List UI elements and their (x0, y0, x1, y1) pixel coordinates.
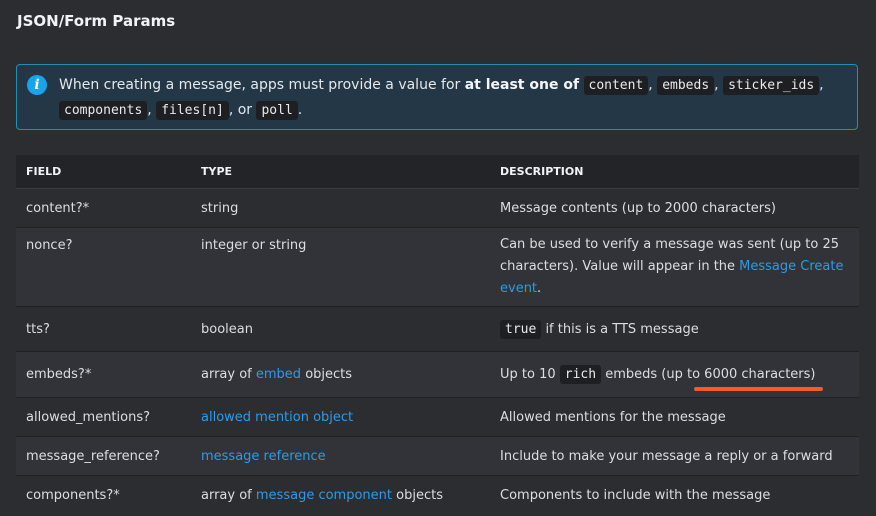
type-text: objects (301, 367, 353, 382)
params-table: FIELD TYPE DESCRIPTION content?* string … (16, 155, 859, 516)
table-row: allowed_mentions? allowed mention object… (16, 397, 859, 437)
info-icon: i (27, 75, 47, 95)
sep: , (147, 102, 157, 118)
highlight-underline: 6000 characters) (694, 367, 824, 391)
code-true: true (500, 319, 542, 339)
description-cell: true if this is a TTS message (490, 306, 859, 352)
description-text: embeds (up to (601, 367, 705, 382)
type-cell: array of embed objects (191, 351, 490, 398)
code-content: content (583, 76, 649, 95)
callout-text: When creating a message, apps must provi… (59, 73, 849, 123)
code-poll: poll (256, 101, 298, 120)
table-row: message_reference? message reference Inc… (16, 436, 859, 476)
field-cell: allowed_mentions? (16, 397, 191, 437)
code-sticker-ids: sticker_ids (723, 76, 820, 95)
type-cell: string (191, 188, 490, 228)
callout-text-before: When creating a message, apps must provi… (59, 77, 465, 93)
description-cell: Include to make your message a reply or … (490, 436, 859, 476)
code-embeds: embeds (657, 76, 715, 95)
field-cell: embeds?* (16, 351, 191, 398)
period: . (297, 102, 303, 118)
table-header-row: FIELD TYPE DESCRIPTION (16, 155, 859, 189)
type-cell: allowed mention object (191, 397, 490, 437)
table-row: embeds?* array of embed objects Up to 10… (16, 351, 859, 398)
callout-bold: at least one of (464, 77, 580, 93)
header-field: FIELD (16, 155, 191, 189)
description-end: . (537, 281, 542, 296)
table-row: tts? boolean true if this is a TTS messa… (16, 306, 859, 352)
code-components: components (59, 101, 148, 120)
type-cell: boolean (191, 306, 490, 352)
section-title: JSON/Form Params (17, 12, 176, 30)
table-row: content?* string Message contents (up to… (16, 188, 859, 228)
allowed-mention-object-link[interactable]: allowed mention object (201, 410, 353, 425)
sep: , (819, 77, 824, 93)
message-reference-link[interactable]: message reference (201, 449, 326, 464)
field-cell: nonce? (16, 227, 191, 307)
description-cell: Can be used to verify a message was sent… (490, 227, 859, 307)
sep-or: , or (228, 102, 257, 118)
field-cell: content?* (16, 188, 191, 228)
type-cell: integer or string (191, 227, 490, 307)
field-cell: message_reference? (16, 436, 191, 476)
type-text: array of (201, 367, 256, 382)
description-cell: Allowed mentions for the message (490, 397, 859, 437)
embed-link[interactable]: embed (256, 367, 301, 382)
field-cell: tts? (16, 306, 191, 352)
info-callout: i When creating a message, apps must pro… (16, 64, 858, 130)
header-description: DESCRIPTION (490, 155, 859, 189)
code-rich: rich (559, 365, 602, 384)
description-cell: Up to 10 rich embeds (up to 6000 charact… (490, 351, 859, 398)
description-text: Up to 10 (500, 367, 560, 382)
description-text: if this is a TTS message (541, 321, 699, 337)
type-cell: message reference (191, 436, 490, 476)
table-row: nonce? integer or string Can be used to … (16, 227, 859, 307)
code-files: files[n] (156, 101, 229, 120)
sep: , (714, 77, 724, 93)
description-cell: Message contents (up to 2000 characters) (490, 188, 859, 228)
sep: , (648, 77, 658, 93)
header-type: TYPE (191, 155, 490, 189)
